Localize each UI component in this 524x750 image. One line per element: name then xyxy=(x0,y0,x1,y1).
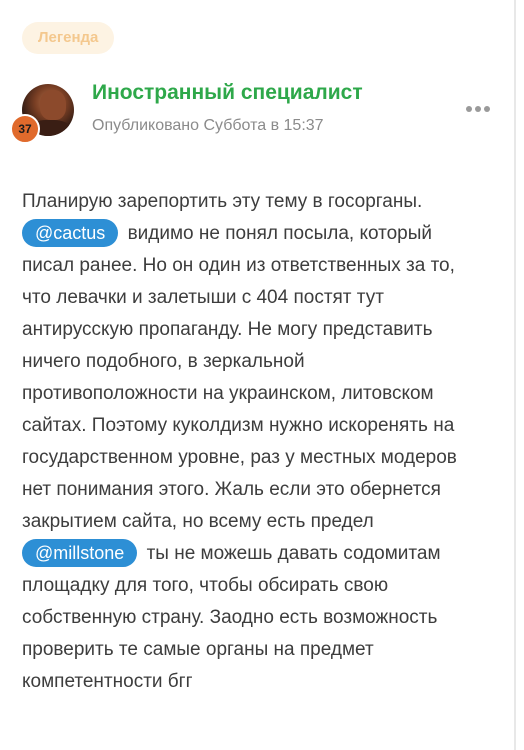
more-options-icon[interactable] xyxy=(466,106,490,114)
post-line: ничего подобного, в зеркальной xyxy=(22,351,305,372)
post-line: сайтах. Поэтому куколдизм нужно искореня… xyxy=(22,415,455,436)
post-line: нет понимания этого. Жаль если это оберн… xyxy=(22,479,441,500)
post-line-with-mention: @millstone ты не можешь давать содомитам xyxy=(22,538,508,570)
legend-badge: Легенда xyxy=(22,22,115,54)
mention-millstone[interactable]: @millstone xyxy=(22,539,138,567)
post-body: Планирую зарепортить эту тему в госорган… xyxy=(22,186,508,698)
post-line: собственную страну. Заодно есть возможно… xyxy=(22,607,438,628)
avatar-face xyxy=(40,90,66,120)
post-line: Планирую зарепортить эту тему в госорган… xyxy=(22,191,423,212)
post-line: антирусскую пропаганду. Не могу представ… xyxy=(22,319,433,340)
post-line: государственном уровне, раз у местных мо… xyxy=(22,447,457,468)
more-dot xyxy=(475,106,481,112)
author-name[interactable]: Иностранный специалист xyxy=(92,81,363,105)
post-line: закрытием сайта, но всему есть предел xyxy=(22,511,374,532)
post-line: проверить те самые органы на предмет xyxy=(22,639,374,660)
more-dot xyxy=(484,106,490,112)
mention-cactus[interactable]: @cactus xyxy=(22,219,119,247)
rank-badge: 37 xyxy=(10,114,40,144)
post-line: противоположности на украинском, литовск… xyxy=(22,383,434,404)
post-text: ты не можешь давать содомитам xyxy=(146,543,441,564)
post-text: видимо не понял посыла, который xyxy=(127,223,433,244)
post-line: что левачки и залетыши с 404 постят тут xyxy=(22,287,384,308)
post-timestamp: Опубликовано Суббота в 15:37 xyxy=(92,117,324,134)
post-line: писал ранее. Но он один из ответственных… xyxy=(22,255,455,276)
post-line: площадку для того, чтобы обсирать свою xyxy=(22,575,389,596)
post-line: компетентности бгг xyxy=(22,671,193,692)
more-dot xyxy=(466,106,472,112)
post-line-with-mention: @cactus видимо не понял посыла, который xyxy=(22,218,508,250)
